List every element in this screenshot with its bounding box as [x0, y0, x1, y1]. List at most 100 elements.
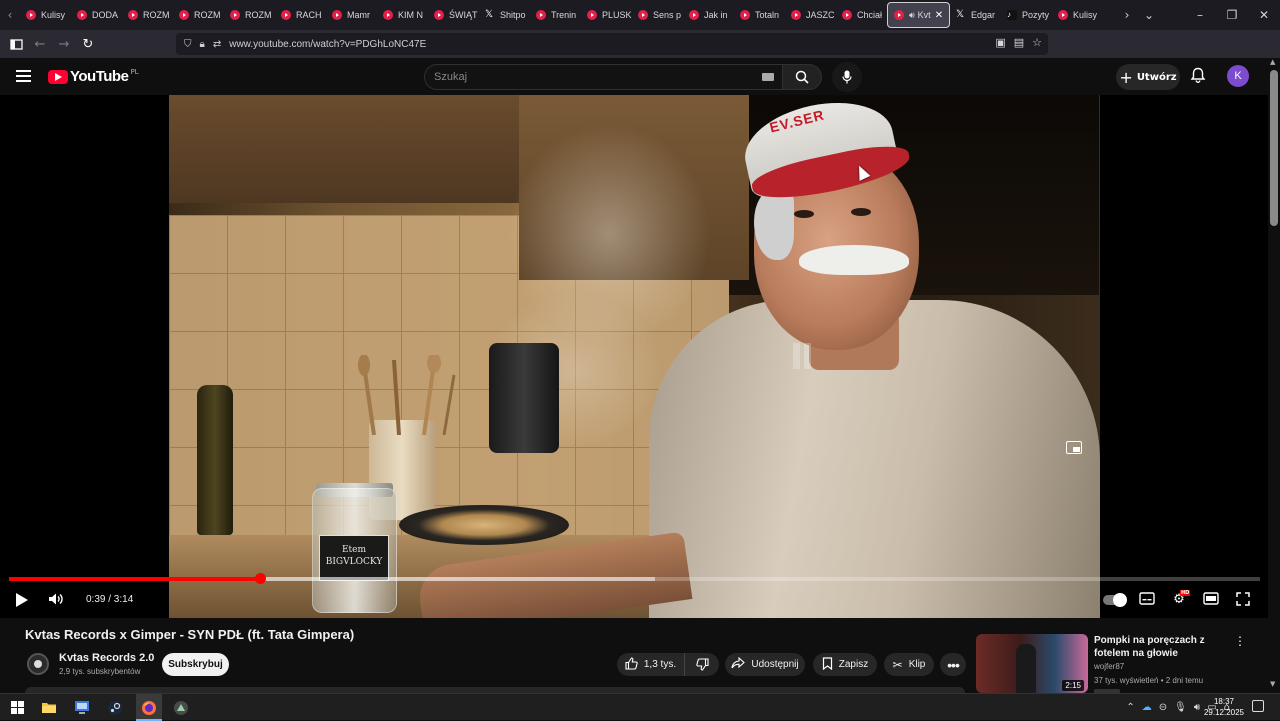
start-windows-icon[interactable]: [8, 699, 26, 716]
create-button[interactable]: + Utwórz: [1116, 64, 1180, 90]
back-button[interactable]: ←: [28, 32, 52, 56]
dislike-button[interactable]: [685, 653, 719, 676]
browser-tab[interactable]: RACH: [275, 2, 326, 28]
autoplay-toggle[interactable]: [1103, 593, 1127, 607]
tab-scroll-left-button[interactable]: ‹: [0, 0, 20, 30]
sidebar-toggle-icon[interactable]: [4, 32, 28, 56]
play-button-icon[interactable]: [16, 593, 28, 607]
video-player[interactable]: Etem BIGVLOCKY EV.SER 0:39 / 3:14 ⚙ HD: [0, 95, 1268, 618]
minimize-button[interactable]: –: [1184, 8, 1216, 22]
progress-bar[interactable]: [9, 573, 1260, 584]
scroll-down-arrow-icon[interactable]: ▼: [1270, 680, 1275, 688]
youtube-wordmark: YouTube: [70, 68, 129, 85]
page-scrollbar[interactable]: ▲ ▼: [1268, 58, 1280, 692]
notifications-bell-icon[interactable]: [1190, 67, 1206, 88]
browser-nav-bar: ← → ↻ ⛉ 🔒︎ ⇄ www.youtube.com/watch?v=PDG…: [0, 30, 1280, 81]
scroll-up-arrow-icon[interactable]: ▲: [1270, 58, 1275, 66]
picture-in-picture-icon[interactable]: ▣: [995, 36, 1005, 49]
search-input[interactable]: [425, 65, 745, 89]
keyboard-icon[interactable]: [762, 73, 774, 81]
search-button[interactable]: [782, 64, 822, 90]
tab-label: Shitpo: [500, 10, 526, 20]
thumbnail-figure: [1016, 644, 1036, 693]
browser-tab[interactable]: ROZM: [122, 2, 173, 28]
suggested-video-thumbnail[interactable]: 2:15: [976, 634, 1088, 693]
shield-icon[interactable]: ⛉: [184, 39, 192, 50]
browser-tab[interactable]: ♪ Pozyty: [1001, 2, 1052, 28]
browser-tab[interactable]: ROZM: [224, 2, 275, 28]
clip-button[interactable]: ✂ Klip: [884, 653, 934, 676]
window-controls: – ❐ ✕: [1184, 0, 1280, 30]
browser-tab[interactable]: Totaln: [734, 2, 785, 28]
bookmark-star-icon[interactable]: ☆: [1032, 36, 1042, 49]
reader-view-icon[interactable]: ▤: [1014, 36, 1024, 49]
man-left-eye: [794, 210, 814, 218]
browser-tab[interactable]: ROZM: [173, 2, 224, 28]
browser-tab[interactable]: Trenin: [530, 2, 581, 28]
volume-icon[interactable]: [48, 592, 64, 606]
permissions-icon[interactable]: ⇄: [213, 39, 221, 50]
network-icon[interactable]: ⊝: [1159, 702, 1167, 713]
browser-tab[interactable]: Chciał: [836, 2, 887, 28]
browser-tab[interactable]: Kulisy: [1052, 2, 1103, 28]
tab-label: PLUSK: [602, 10, 632, 20]
speaker-icon[interactable]: 🔊︎: [909, 10, 915, 21]
channel-avatar[interactable]: [27, 653, 49, 675]
address-bar[interactable]: ⛉ 🔒︎ ⇄ www.youtube.com/watch?v=PDGhLoNC4…: [176, 33, 1048, 55]
taskbar-clock[interactable]: 18:37 29.12.2025: [1196, 696, 1252, 718]
fullscreen-icon[interactable]: [1234, 592, 1252, 608]
browser-tab[interactable]: Mamr: [326, 2, 377, 28]
tab-label: Edgar: [971, 10, 996, 20]
microphone-tray-icon[interactable]: 🎙︎: [1174, 702, 1187, 713]
suggested-video-menu-icon[interactable]: ⋮: [1234, 634, 1246, 648]
lock-icon[interactable]: 🔒︎: [200, 39, 205, 50]
reload-button[interactable]: ↻: [76, 32, 100, 56]
account-avatar[interactable]: K: [1227, 65, 1249, 87]
tray-expand-chevron-icon[interactable]: ⌃: [1126, 702, 1134, 713]
youtube-logo[interactable]: YouTube PL: [48, 68, 139, 85]
suggested-video-channel[interactable]: wojfer87: [1094, 662, 1124, 671]
voice-search-button[interactable]: [832, 62, 862, 92]
control-panel-icon[interactable]: [73, 699, 91, 716]
browser-tab-active[interactable]: 🔊︎ Kvt ✕: [887, 2, 950, 28]
youtube-icon: [842, 10, 852, 20]
suggested-video-title[interactable]: Pompki na poręczach z fotelem na głowie: [1094, 634, 1230, 660]
browser-tab[interactable]: ŚWIĄT: [428, 2, 479, 28]
guide-menu-icon[interactable]: [16, 70, 31, 82]
restore-button[interactable]: ❐: [1216, 8, 1248, 22]
youtube-icon: [740, 10, 750, 20]
list-all-tabs-button[interactable]: ⌄: [1138, 8, 1160, 22]
app-icon[interactable]: [172, 699, 190, 716]
channel-name[interactable]: Kvtas Records 2.0: [59, 652, 154, 664]
share-arrow-icon: [731, 656, 746, 672]
browser-tab[interactable]: PLUSK: [581, 2, 632, 28]
browser-tab[interactable]: Jak in: [683, 2, 734, 28]
browser-tab[interactable]: DODA: [71, 2, 122, 28]
more-actions-button[interactable]: •••: [940, 653, 966, 676]
scrollbar-thumb[interactable]: [1270, 70, 1278, 226]
share-button[interactable]: Udostępnij: [725, 653, 805, 676]
browser-tab[interactable]: Kulisy: [20, 2, 71, 28]
tab-scroll-right-button[interactable]: ›: [1116, 8, 1138, 22]
steam-icon[interactable]: [106, 699, 124, 716]
close-window-button[interactable]: ✕: [1248, 8, 1280, 22]
browser-tab[interactable]: 𝕏 Shitpo: [479, 2, 530, 28]
like-count: 1,3 tys.: [643, 659, 677, 670]
browser-tab[interactable]: 𝕏 Edgar: [950, 2, 1001, 28]
tab-label: DODA: [92, 10, 119, 20]
firefox-icon[interactable]: [140, 699, 158, 716]
close-tab-icon[interactable]: ✕: [935, 10, 943, 21]
onedrive-icon[interactable]: ☁: [1142, 702, 1152, 713]
save-button[interactable]: Zapisz: [813, 653, 877, 676]
subtitles-icon[interactable]: [1138, 592, 1156, 608]
miniplayer-icon[interactable]: [1066, 441, 1082, 454]
browser-tab[interactable]: JASZC: [785, 2, 836, 28]
notifications-icon[interactable]: [1252, 700, 1264, 712]
theater-mode-icon[interactable]: [1202, 592, 1220, 608]
forward-button[interactable]: →: [52, 32, 76, 56]
subscribe-button[interactable]: Subskrybuj: [162, 653, 229, 676]
file-explorer-icon[interactable]: [40, 699, 58, 716]
browser-tab[interactable]: Sens p: [632, 2, 683, 28]
like-button[interactable]: 1,3 tys.: [617, 653, 685, 676]
browser-tab[interactable]: KIM N: [377, 2, 428, 28]
